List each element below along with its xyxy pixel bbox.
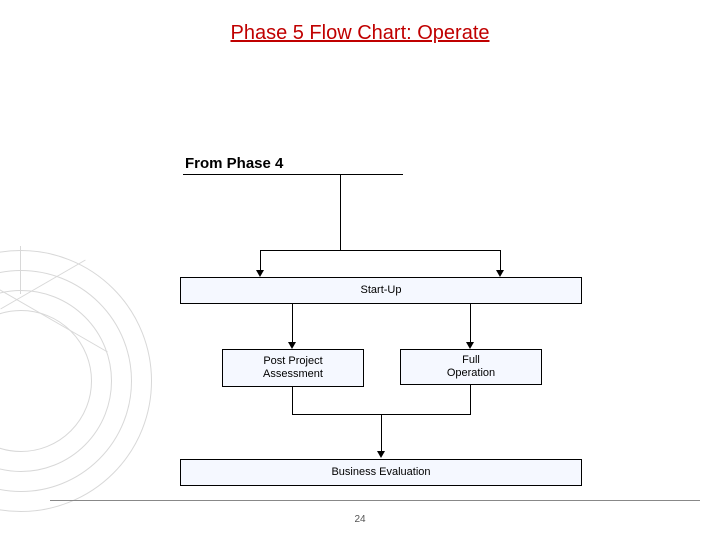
from-phase-label: From Phase 4 bbox=[183, 155, 403, 175]
node-post-project-assessment: Post ProjectAssessment bbox=[222, 349, 364, 387]
node-full-operation: FullOperation bbox=[400, 349, 542, 385]
arrowhead-icon bbox=[496, 270, 504, 277]
connector bbox=[292, 386, 293, 414]
connector bbox=[260, 250, 261, 271]
connector bbox=[381, 414, 382, 452]
connector bbox=[470, 303, 471, 343]
footer-rule bbox=[50, 500, 700, 501]
connector bbox=[500, 250, 501, 271]
node-start-up: Start-Up bbox=[180, 277, 582, 304]
arrowhead-icon bbox=[288, 342, 296, 349]
arrowhead-icon bbox=[256, 270, 264, 277]
connector bbox=[340, 175, 341, 250]
page-title: Phase 5 Flow Chart: Operate bbox=[0, 22, 720, 45]
connector bbox=[260, 250, 500, 251]
connector bbox=[470, 384, 471, 414]
bg-ray bbox=[20, 246, 21, 294]
connector bbox=[292, 303, 293, 343]
page-number: 24 bbox=[0, 514, 720, 525]
arrowhead-icon bbox=[377, 451, 385, 458]
arrowhead-icon bbox=[466, 342, 474, 349]
node-business-evaluation: Business Evaluation bbox=[180, 459, 582, 486]
